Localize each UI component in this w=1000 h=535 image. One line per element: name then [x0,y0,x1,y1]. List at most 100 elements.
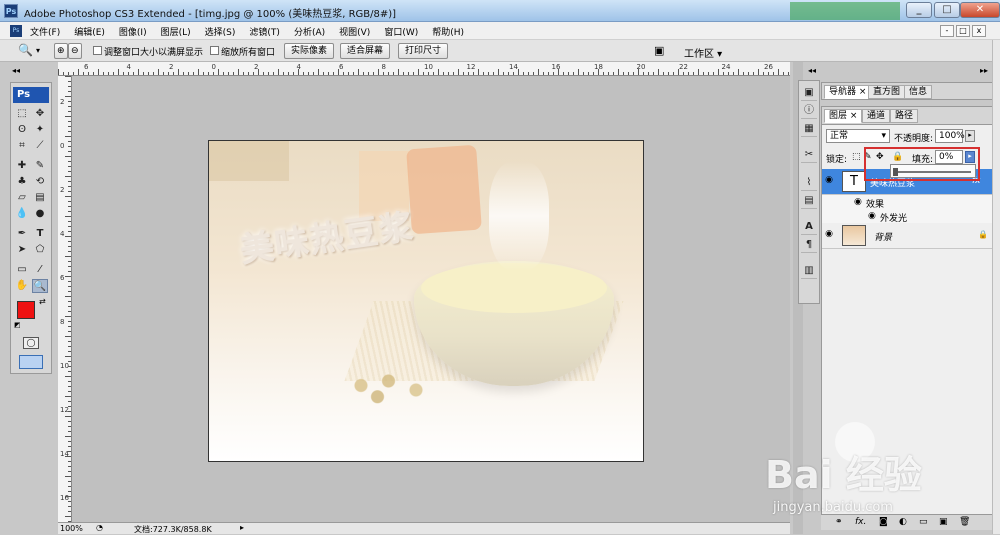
tab-layers[interactable]: 图层 × [824,109,863,123]
fill-slider-thumb[interactable] [893,168,898,176]
menu-select[interactable]: 选择(S) [205,25,236,38]
info-panel-icon[interactable]: ⓘ [801,103,817,119]
menu-layer[interactable]: 图层(L) [161,25,191,38]
pen-tool-icon[interactable]: ✒ [14,227,30,241]
tab-info[interactable]: 信息 [904,85,933,99]
layer-row-background[interactable]: ◉ 背景 🔒 [822,223,992,249]
actual-pixels-button[interactable]: 实际像素 [284,43,335,59]
maximize-button[interactable]: □ [934,2,960,18]
dodge-tool-icon[interactable]: ● [32,207,48,221]
default-colors-icon[interactable]: ◩ [14,321,21,329]
shape-tool-icon[interactable]: ⬠ [32,243,48,257]
history-panel-icon[interactable]: ▦ [801,121,817,137]
quick-mask-icon[interactable]: ◯ [23,337,39,349]
lock-transparent-icon[interactable]: ⬚ [852,152,861,162]
move-tool-icon[interactable]: ✥ [32,107,48,121]
background-visibility-eye-icon[interactable]: ◉ [824,229,834,239]
clone-stamp-tool-icon[interactable]: ♣ [14,175,30,189]
doc-close-button[interactable]: x [972,25,986,37]
zoom-level[interactable]: 100% [60,524,83,533]
document-image[interactable]: 美味热豆浆 [208,140,644,462]
tool-preset-dropdown-icon[interactable]: ▾ [36,46,40,55]
menu-image[interactable]: 图像(I) [119,25,147,38]
swap-colors-icon[interactable]: ⇄ [39,297,46,306]
toolbox-collapse-icon[interactable]: ◂◂ [12,66,20,75]
panel-collapse-icon[interactable]: ◂◂ [808,66,816,75]
hand-tool-icon[interactable]: ✋ [14,279,30,293]
panel-expand-icon[interactable]: ▸▸ [980,66,988,75]
zoom-tool-icon[interactable]: 🔍 [18,43,33,57]
tool-presets-icon[interactable]: ✂ [801,147,817,163]
type-tool-icon[interactable]: T [32,227,48,241]
ruler-tick [68,431,71,432]
gradient-tool-icon[interactable]: ▤ [32,191,48,205]
actions-panel-icon[interactable]: ▥ [801,263,817,279]
ruler-tick [613,72,614,75]
zoom-all-checkbox[interactable] [210,46,219,55]
status-menu-icon[interactable]: ◔ [96,523,103,532]
screen-mode-icon[interactable] [19,355,43,369]
healing-brush-tool-icon[interactable]: ✚ [14,159,30,173]
zoom-out-icon[interactable]: ⊖ [68,43,82,59]
ruler-tick [583,72,584,75]
ruler-tick [568,72,569,75]
menu-file[interactable]: 文件(F) [30,25,60,38]
brush-tool-icon[interactable]: ✎ [32,159,48,173]
blend-mode-select[interactable]: 正常 ▾ [826,129,890,143]
menu-filter[interactable]: 滤镜(T) [249,25,280,38]
menu-help[interactable]: 帮助(H) [432,25,464,38]
background-layer-name[interactable]: 背景 [874,230,892,243]
marquee-tool-icon[interactable]: ⬚ [14,107,30,121]
zoom-tool-selected-icon[interactable]: 🔍 [32,279,48,293]
magic-wand-tool-icon[interactable]: ✦ [32,123,48,137]
close-button[interactable]: ✕ [960,2,1000,18]
opacity-input[interactable]: 100% [935,129,965,143]
brushes-panel-icon[interactable]: ⌇ [801,175,817,191]
menu-analysis[interactable]: 分析(A) [294,25,325,38]
eraser-tool-icon[interactable]: ▱ [14,191,30,205]
menu-window[interactable]: 窗口(W) [384,25,418,38]
lasso-tool-icon[interactable]: ʘ [14,123,30,137]
menu-edit[interactable]: 编辑(E) [74,25,105,38]
foreground-color-swatch[interactable] [17,301,35,319]
crop-tool-icon[interactable]: ⌗ [14,139,30,153]
fit-screen-button[interactable]: 适合屏幕 [340,43,391,59]
status-arrow-icon[interactable]: ▸ [240,523,244,532]
character-panel-icon[interactable]: A [801,219,817,235]
path-selection-tool-icon[interactable]: ➤ [14,243,30,257]
ruler-tick [63,72,64,75]
visibility-eye-icon[interactable]: ◉ [824,175,834,185]
eyedropper-tool-icon[interactable]: ⁄ [32,263,48,277]
opacity-slider-button[interactable]: ▸ [965,130,975,142]
workspace-menu[interactable]: 工作区 ▾ [684,45,722,60]
ruler-tick [253,72,254,75]
history-brush-tool-icon[interactable]: ⟲ [32,175,48,189]
tab-channels[interactable]: 通道 [862,109,891,123]
tab-histogram[interactable]: 直方图 [868,85,906,99]
resize-windows-checkbox[interactable] [93,46,102,55]
menu-view[interactable]: 视图(V) [339,25,370,38]
print-size-button[interactable]: 打印尺寸 [398,43,449,59]
outer-glow-eye-icon[interactable]: ◉ [868,211,876,221]
minimize-button[interactable]: _ [906,2,932,18]
ruler-tick [68,406,71,407]
outer-glow-row[interactable]: ◉ 外发光 [822,209,992,224]
clone-source-icon[interactable]: ▤ [801,193,817,209]
ruler-tick [228,72,229,75]
tab-navigator[interactable]: 导航器 × [824,85,872,99]
effects-eye-icon[interactable]: ◉ [854,197,862,207]
notes-tool-icon[interactable]: ▭ [14,263,30,277]
fill-slider-popup[interactable] [890,164,976,178]
bridge-icon[interactable]: ▣ [654,44,664,57]
doc-restore-button[interactable]: □ [956,25,970,37]
ruler-tick [548,72,549,75]
tab-paths[interactable]: 路径 [890,109,919,123]
blur-tool-icon[interactable]: 💧 [14,207,30,221]
doc-minimize-button[interactable]: - [940,25,954,37]
slice-tool-icon[interactable]: ⟋ [32,139,48,153]
fill-slider-track[interactable] [895,171,971,173]
zoom-in-icon[interactable]: ⊕ [54,43,68,59]
paragraph-panel-icon[interactable]: ¶ [801,237,817,253]
layer-comps-icon[interactable]: ▣ [801,85,817,101]
effects-row[interactable]: ◉ 效果 [822,195,992,210]
